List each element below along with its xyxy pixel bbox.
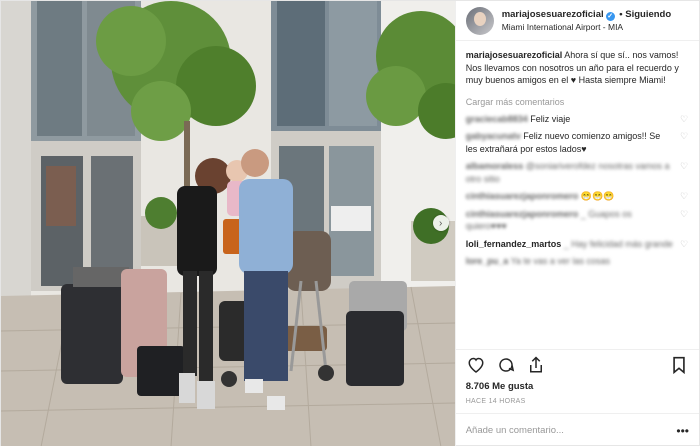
header-username[interactable]: mariajosesuarezoficial [502, 9, 604, 20]
comment-text: _ Hay felicidad más grande [563, 238, 673, 249]
like-comment-heart-icon[interactable]: ♡ [680, 192, 689, 201]
like-heart-icon[interactable] [466, 355, 486, 375]
header-separator: • [619, 8, 623, 20]
comment-text: Ya te vas a ver las cosas [510, 256, 610, 266]
comment-item: gabyacunatv Feliz nuevo comienzo amigos!… [466, 130, 689, 155]
post-sidebar: mariajosesuarezoficial ✓ • Siguiendo Miam… [454, 1, 699, 446]
next-photo-icon[interactable]: › [432, 215, 449, 231]
header-text: mariajosesuarezoficial ✓ • Siguiendo Miam… [502, 9, 671, 33]
like-comment-heart-icon[interactable]: ♡ [680, 239, 689, 249]
following-button[interactable]: Siguiendo [625, 9, 671, 20]
comment-username[interactable]: lore_pu_a [466, 256, 509, 266]
comment-item: graciecab8834 Feliz viaje ♡ [466, 113, 689, 126]
action-bar [455, 349, 699, 379]
comment-username[interactable]: cinthiasuarezjaponromero [466, 209, 579, 219]
comment-text: 😁😁😁 [580, 191, 615, 201]
post-timestamp: HACE 14 HORAS [465, 398, 526, 405]
comment-username[interactable]: albamoraless [466, 161, 524, 171]
instagram-post: › mariajosesuarezoficial ✓ • Siguiendo Mi… [0, 0, 700, 446]
comment-bubble-icon[interactable] [496, 355, 516, 375]
comment-item: albamoraless @soniariverofdez nosotras v… [466, 160, 689, 185]
like-comment-heart-icon[interactable]: ♡ [680, 162, 689, 171]
comment-username[interactable]: loli_fernandez_martos [466, 239, 562, 249]
comment-item: cinthiasuarezjaponromero 😁😁😁 ♡ [466, 190, 689, 203]
likes-count[interactable]: 8.706 Me gusta [456, 379, 699, 395]
add-comment-bar: Añade un comentario... ••• [455, 413, 699, 446]
avatar[interactable] [465, 6, 494, 35]
comment-item: loli_fernandez_martos _ Hay felicidad má… [466, 238, 689, 251]
load-more-comments[interactable]: Cargar más comentarios [466, 97, 689, 107]
like-comment-heart-icon[interactable]: ♡ [680, 132, 689, 141]
comment-text: Feliz viaje [530, 113, 571, 124]
like-comment-heart-icon[interactable]: ♡ [680, 114, 689, 124]
location-link[interactable]: Miami International Airport - MIA [502, 21, 671, 33]
comment-item: lore_pu_a Ya te vas a ver las cosas [466, 255, 689, 268]
post-photo[interactable]: › [1, 1, 455, 446]
add-comment-input[interactable]: Añade un comentario... [466, 425, 564, 436]
caption: mariajosesuarezoficial Ahora sí que sí..… [466, 49, 689, 87]
comment-username[interactable]: graciecab8834 [466, 114, 528, 124]
comments-section: mariajosesuarezoficial Ahora sí que sí..… [456, 41, 699, 349]
comment-username[interactable]: gabyacunatv [466, 131, 521, 141]
verified-badge-icon: ✓ [605, 11, 615, 21]
comment-username[interactable]: cinthiasuarezjaponromero [466, 191, 579, 201]
photo-illustration [1, 1, 455, 446]
bookmark-icon[interactable] [669, 355, 689, 375]
caption-username[interactable]: mariajosesuarezoficial [466, 50, 563, 60]
share-icon[interactable] [526, 355, 546, 375]
like-comment-heart-icon[interactable]: ♡ [680, 209, 689, 219]
more-options-icon[interactable]: ••• [676, 424, 689, 438]
post-header: mariajosesuarezoficial ✓ • Siguiendo Miam… [455, 1, 699, 41]
comment-item: cinthiasuarezjaponromero _ Guapos os qui… [466, 208, 689, 233]
